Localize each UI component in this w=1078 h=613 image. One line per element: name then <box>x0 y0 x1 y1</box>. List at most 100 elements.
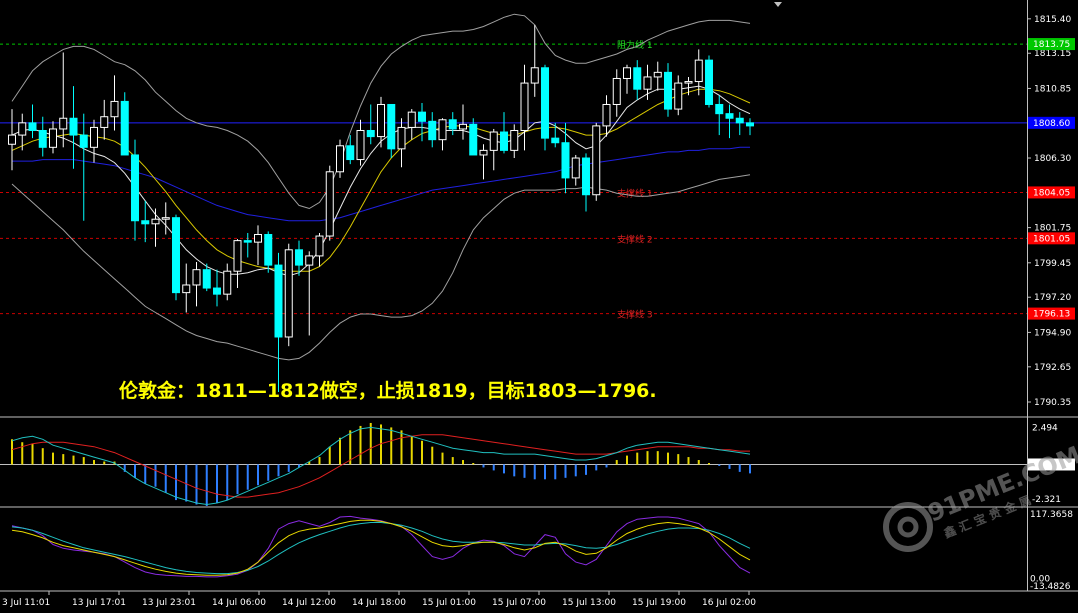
candle-body <box>79 134 88 148</box>
candle-body <box>28 122 37 131</box>
candle-body <box>653 71 662 78</box>
candle-body <box>131 154 139 222</box>
candle-body <box>120 100 129 156</box>
price-tick-label: 1799.45 <box>1034 259 1071 269</box>
candle-body <box>69 117 78 136</box>
candle-body <box>602 103 611 127</box>
candle-body <box>38 129 47 148</box>
candle-body <box>202 269 211 289</box>
price-level-tag-label: 1813.75 <box>1033 40 1070 50</box>
ma-blue-line <box>12 146 750 222</box>
price-level-tag-label: 1801.05 <box>1033 234 1070 244</box>
candle-body <box>438 119 447 141</box>
price-tick-label: 1806.30 <box>1034 154 1071 164</box>
candle-body <box>295 249 303 266</box>
candle-body <box>735 117 744 124</box>
oscillator-yellow-line <box>11 519 751 576</box>
price-level-tag-label: 1796.13 <box>1033 310 1070 320</box>
candle-body <box>643 76 652 90</box>
price-level-tag-label: 1804.05 <box>1033 188 1070 198</box>
price-tick-label: 1813.15 <box>1034 49 1071 59</box>
candle-body <box>397 126 406 150</box>
price-level-label: 支撑线 1 <box>617 187 653 199</box>
candle-body <box>674 82 683 110</box>
candle-body <box>633 67 642 90</box>
candle-body <box>49 128 57 148</box>
candle-body <box>612 77 621 105</box>
time-label: 13 Jul 17:01 <box>72 598 126 608</box>
candle-body <box>192 269 201 286</box>
candle-body <box>725 113 734 119</box>
price-tick-label: 1810.85 <box>1034 84 1071 94</box>
candle-body <box>418 111 426 122</box>
candle-body <box>479 149 488 156</box>
price-tick-label: 1794.90 <box>1034 328 1071 338</box>
oscillator-purple-line <box>11 515 751 578</box>
candle-body <box>448 119 457 130</box>
price-tick-label: 1797.20 <box>1034 293 1071 303</box>
candle-body <box>592 125 601 196</box>
candle-body <box>151 218 160 225</box>
candle-body <box>233 240 242 272</box>
time-label: 14 Jul 18:00 <box>352 598 406 608</box>
candle-body <box>254 234 262 243</box>
price-level-label: 支撑线 2 <box>617 233 653 245</box>
time-label: 14 Jul 06:00 <box>212 598 266 608</box>
time-label: 16 Jul 02:00 <box>702 598 756 608</box>
candle-body <box>500 131 508 151</box>
time-label: 15 Jul 01:00 <box>422 598 476 608</box>
candle-body <box>377 103 385 138</box>
candle-body <box>336 145 344 173</box>
candle-body <box>243 240 252 243</box>
candle-body <box>315 235 324 257</box>
candle-body <box>694 59 703 83</box>
candle-body <box>223 270 232 295</box>
time-label: 15 Jul 19:00 <box>632 598 686 608</box>
candle-body <box>387 103 396 150</box>
price-tick-label: 1815.40 <box>1034 15 1071 25</box>
candle-body <box>530 67 539 84</box>
oscillator-tick-label: -13.4826 <box>1030 582 1071 592</box>
macd-signal-line <box>11 434 750 498</box>
candle-body <box>264 234 273 266</box>
candle-body <box>623 67 631 79</box>
candle-body <box>664 71 672 110</box>
watermark-logo-icon <box>883 502 933 552</box>
candle-body <box>100 116 109 128</box>
candle-body <box>520 82 529 131</box>
price-tick-label: 1790.35 <box>1034 398 1071 408</box>
candle-body <box>551 137 560 144</box>
time-label: 3 Jul 11:01 <box>2 598 50 608</box>
candle-body <box>407 111 416 128</box>
oscillator-tick-label: 117.3658 <box>1030 510 1073 520</box>
candle-body <box>705 59 713 105</box>
scroll-marker-icon <box>774 2 782 7</box>
candle-body <box>489 131 498 151</box>
candle-body <box>582 157 590 196</box>
candle-body <box>284 249 293 338</box>
price-tick-label: 1792.65 <box>1034 363 1071 373</box>
time-label: 15 Jul 13:00 <box>562 598 616 608</box>
candle-body <box>141 220 150 225</box>
macd-tick-label: -2.321 <box>1032 495 1061 505</box>
price-tick-label: 1801.75 <box>1034 224 1071 234</box>
candle-body <box>428 120 437 141</box>
candle-body <box>356 129 365 161</box>
candle-body <box>172 217 180 294</box>
candle-body <box>182 284 191 294</box>
candle-body <box>684 81 693 84</box>
candle-body <box>8 134 16 145</box>
candle-body <box>305 255 314 266</box>
xau-chart: 阻力线 1支撑线 1支撑线 2支撑线 3 1815.401813.151810.… <box>0 0 1078 608</box>
candle-body <box>274 264 283 338</box>
watermark-logo-icon <box>897 516 919 538</box>
candle-body <box>469 123 478 156</box>
candle-body <box>110 100 119 118</box>
time-label: 13 Jul 23:01 <box>142 598 196 608</box>
candle-body <box>746 122 754 127</box>
price-level-label: 支撑线 3 <box>617 309 653 321</box>
chart-headline: 伦敦金：1811—1812做空，止损1819，目标1803—1796. <box>119 379 657 402</box>
candle-body <box>161 217 170 220</box>
candle-body <box>18 122 27 136</box>
candle-body <box>541 67 549 139</box>
